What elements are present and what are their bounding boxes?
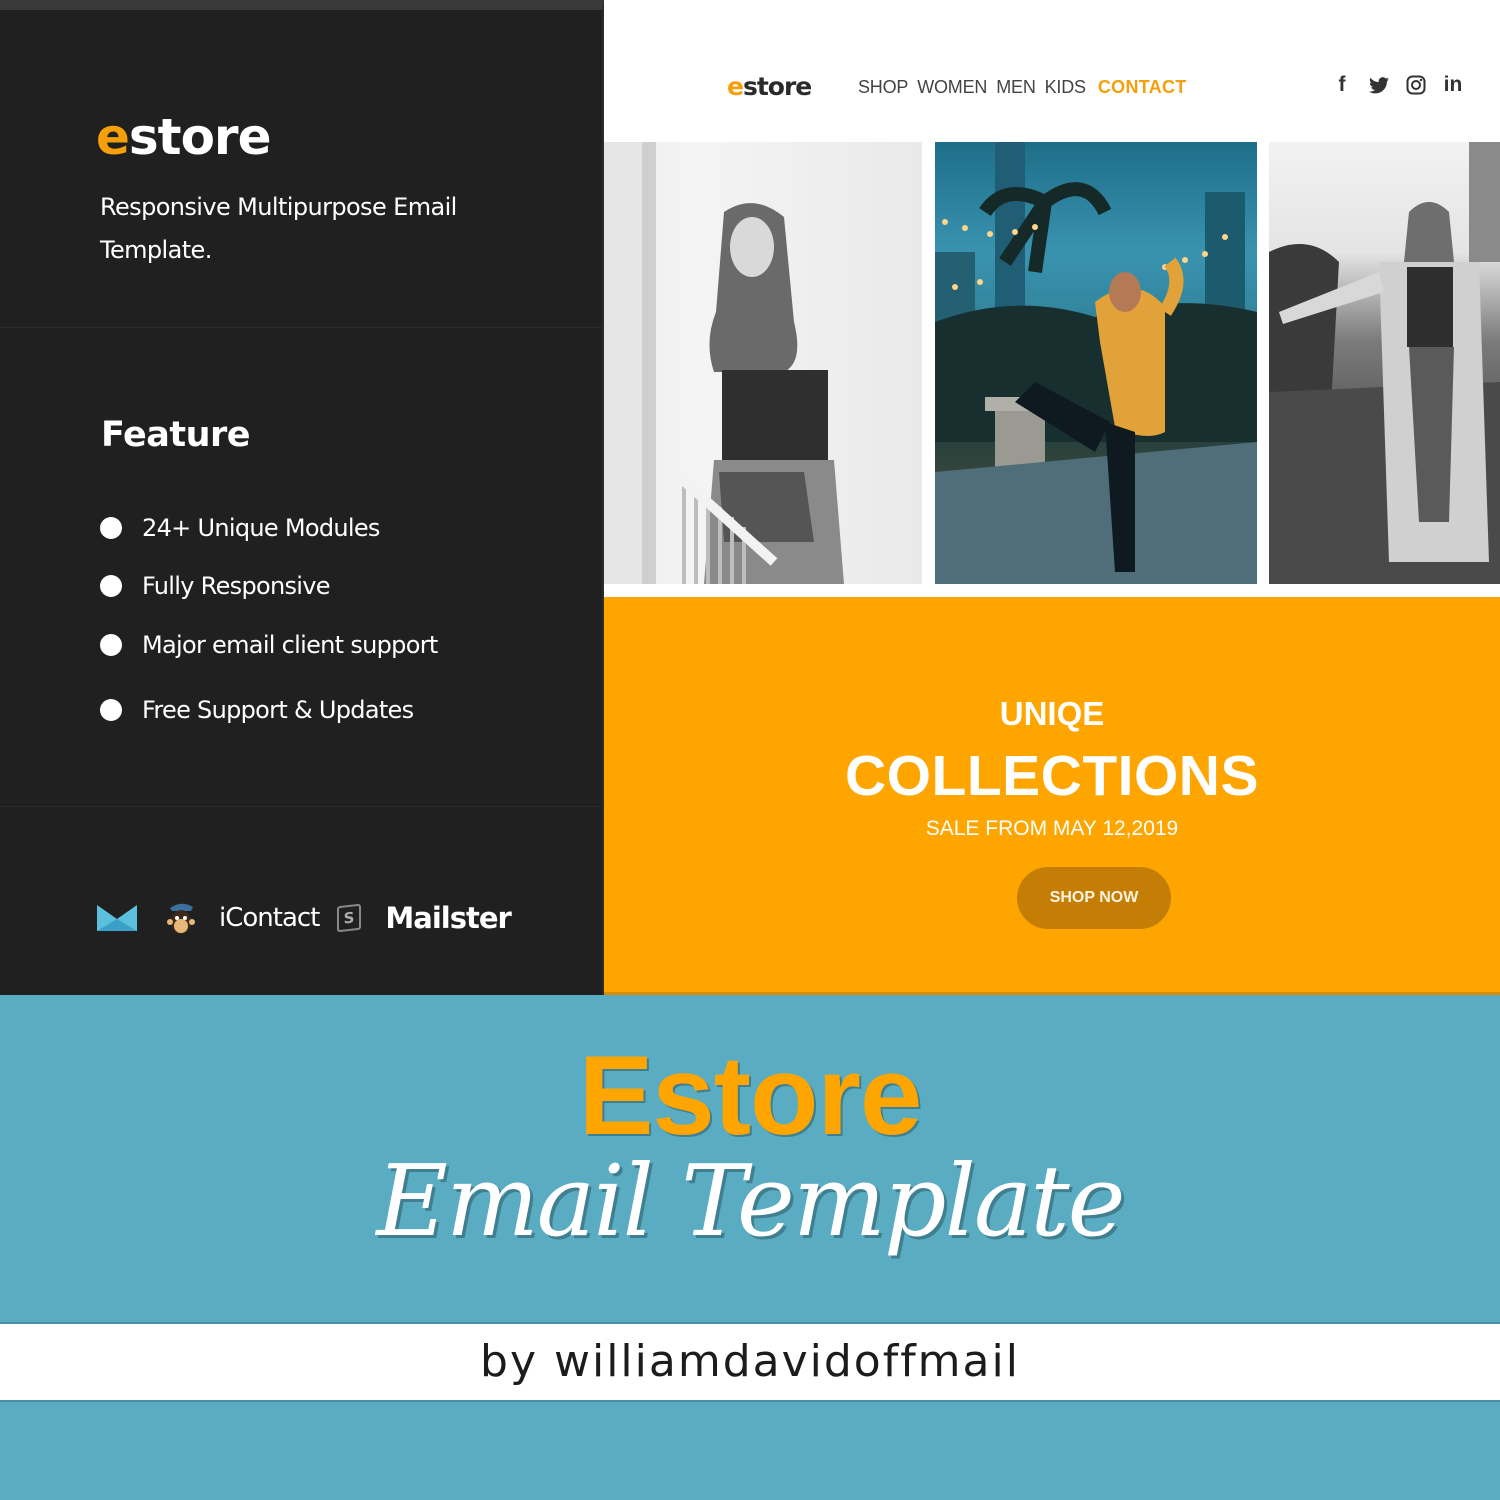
shop-now-button[interactable]: SHOP NOW [1017,867,1171,929]
template-preview: estore Responsive Multipurpose Email Tem… [0,0,1500,995]
feature-heading: Feature [101,415,251,455]
feature-item: Major email client support [100,615,438,675]
promo-date: SALE FROM MAY 12,2019 [925,817,1179,840]
feature-item: 24+ Unique Modules [100,499,438,557]
bullet-icon [100,699,122,721]
bullet-icon [100,575,122,597]
email-header: estore SHOP WOMEN MEN KIDS CONTACT f in [604,0,1500,140]
linkedin-icon[interactable]: in [1443,73,1463,96]
social-links: f in [1332,73,1463,96]
feature-item: Free Support & Updates [100,681,438,739]
nav-men[interactable]: MEN [996,77,1036,98]
clients-section: iContact S Mailster [0,808,602,995]
promo-subtitle: UNIQE [999,695,1105,732]
info-panel: estore Responsive Multipurpose Email Tem… [0,0,604,995]
photo-woman-walking [1269,142,1500,584]
feature-section: Feature 24+ Unique Modules Fully Respons… [0,329,602,807]
email-nav: SHOP WOMEN MEN KIDS CONTACT [858,77,1187,98]
twitter-icon[interactable] [1369,74,1389,96]
instagram-icon[interactable] [1406,74,1426,96]
nav-women[interactable]: WOMEN [917,77,987,98]
stampready-logo: S [337,903,362,933]
facebook-icon[interactable]: f [1332,73,1352,96]
nav-kids[interactable]: KIDS [1045,77,1086,98]
nav-contact[interactable]: CONTACT [1098,77,1187,98]
promo-title: COLLECTIONS [845,744,1259,808]
mailster-logo: Mailster [385,901,511,935]
feature-item: Fully Responsive [100,557,438,615]
feature-list: 24+ Unique Modules Fully Responsive Majo… [100,499,438,739]
brand-logo: estore [96,108,272,166]
banner-subtitle: Email Template [376,1145,1125,1259]
promo-banner: UNIQE COLLECTIONS SALE FROM MAY 12,2019 … [604,597,1500,995]
campaign-monitor-envelope-icon [97,905,137,931]
mailchimp-monkey-icon [167,903,195,934]
email-logo[interactable]: estore [727,72,812,101]
brand-tagline: Responsive Multipurpose Email Template. [100,193,457,264]
banner-title: Estore [578,1033,923,1158]
author-credit: by williamdavidoffmail [480,1336,1020,1387]
brand-section: estore Responsive Multipurpose Email Tem… [0,10,602,328]
email-client-logos: iContact S Mailster [97,896,512,940]
photo-gallery [604,140,1500,586]
bullet-icon [100,517,122,539]
author-strip: by williamdavidoffmail [0,1322,1500,1402]
email-preview: estore SHOP WOMEN MEN KIDS CONTACT f in [604,0,1500,995]
photo-woman-railing [604,142,922,584]
product-banner: Estore Email Template by williamdavidoff… [0,995,1500,1500]
nav-shop[interactable]: SHOP [858,77,908,98]
icontact-logo: iContact [219,903,320,933]
photo-woman-dancing [935,142,1257,584]
bullet-icon [100,634,122,656]
